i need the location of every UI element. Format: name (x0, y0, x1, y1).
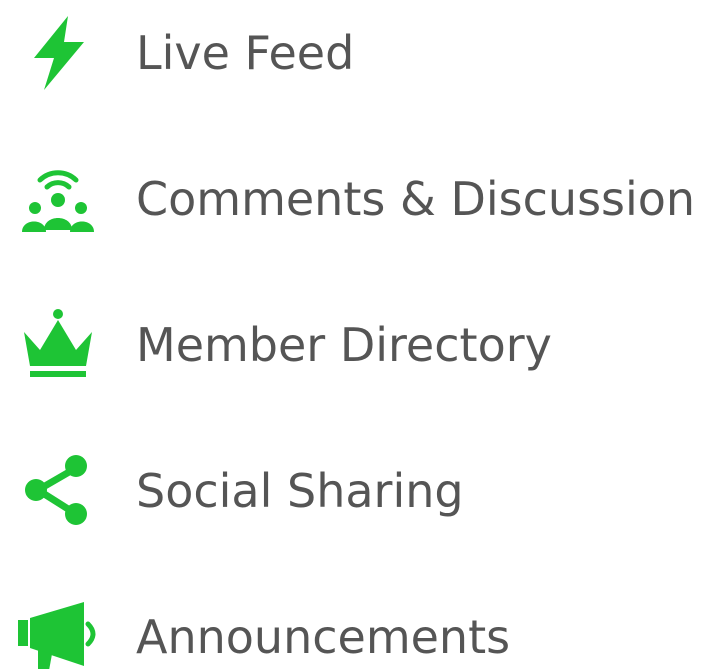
feature-label: Announcements (136, 610, 511, 664)
feature-item-announcements: Announcements (0, 592, 704, 669)
group-broadcast-icon (14, 158, 102, 240)
feature-label: Member Directory (136, 318, 552, 372)
crown-icon (14, 304, 102, 386)
feature-label: Social Sharing (136, 464, 464, 518)
feature-list: Live Feed Comments & Discussion Member D… (0, 0, 704, 669)
lightning-bolt-icon (14, 12, 102, 94)
share-icon (14, 450, 102, 532)
megaphone-icon (14, 596, 102, 669)
feature-item-comments-discussion: Comments & Discussion (0, 154, 704, 244)
feature-label: Comments & Discussion (136, 172, 696, 226)
feature-label: Live Feed (136, 26, 355, 80)
feature-item-member-directory: Member Directory (0, 300, 704, 390)
feature-item-live-feed: Live Feed (0, 8, 704, 98)
feature-item-social-sharing: Social Sharing (0, 446, 704, 536)
